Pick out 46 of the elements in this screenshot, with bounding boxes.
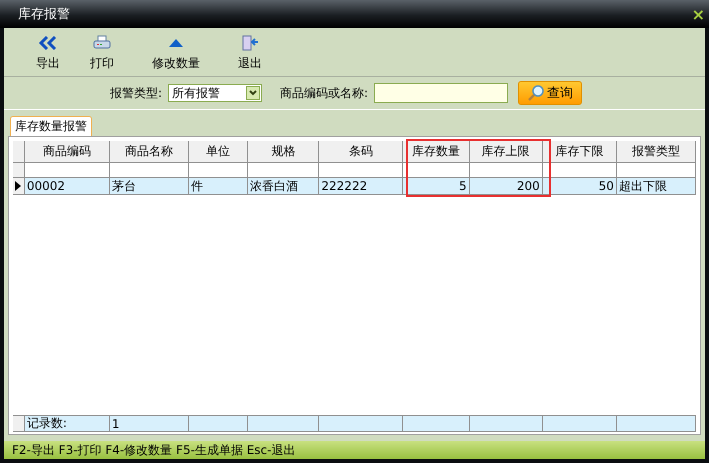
column-header[interactable]: 库存下限: [542, 141, 617, 163]
row-header-cell: [13, 163, 25, 178]
toolbar-button[interactable]: 退出: [220, 30, 280, 74]
column-header[interactable]: 规格: [248, 141, 320, 163]
table-cell: 5: [403, 178, 470, 195]
column-header[interactable]: 条码: [319, 141, 404, 163]
table-cell: 200: [470, 178, 543, 195]
row-header-cell: [13, 415, 25, 432]
summary-cell: 记录数:: [24, 415, 110, 432]
field-label: 商品编码或名称:: [280, 84, 368, 102]
table-cell: 超出下限: [616, 178, 696, 195]
table-cell: 222222: [319, 178, 404, 195]
summary-cell: [188, 415, 248, 432]
shortcut-hints: F2-导出 F3-打印 F4-修改数量 F5-生成单据 Esc-退出: [12, 442, 296, 458]
column-header[interactable]: 单位: [188, 141, 248, 163]
search-button[interactable]: 查询: [518, 81, 582, 105]
printer-icon: [93, 34, 111, 50]
summary-cell: [248, 415, 320, 432]
double-chevron-left-icon: [39, 36, 57, 50]
up-triangle-icon: [168, 38, 184, 48]
search-icon: [527, 84, 546, 102]
column-header[interactable]: 商品编码: [24, 141, 110, 163]
row-pointer-icon: [15, 181, 22, 191]
column-header[interactable]: 库存上限: [470, 141, 543, 163]
window-title: 库存报警: [18, 6, 70, 23]
table-cell: 00002: [24, 178, 110, 195]
search-field[interactable]: [374, 83, 508, 103]
table-row[interactable]: 00002 茅台 件 浓香白酒 222222 5 200 50 超出下限: [13, 178, 696, 195]
tab[interactable]: 库存数量报警: [10, 116, 92, 136]
summary-cell: 1: [110, 415, 189, 432]
toolbar-button[interactable]: 打印: [72, 30, 132, 74]
field-label: 报警类型:: [110, 84, 162, 102]
column-header[interactable]: 报警类型: [616, 141, 696, 163]
column-header[interactable]: 库存数量: [403, 141, 470, 163]
table-cell: 浓香白酒: [248, 178, 320, 195]
table-cell: 件: [188, 178, 248, 195]
alert-type-dropdown[interactable]: 所有报警: [168, 84, 262, 102]
toolbar-button[interactable]: 修改数量: [132, 30, 220, 74]
column-header[interactable]: 商品名称: [110, 141, 189, 163]
row-header-cell: [13, 141, 25, 163]
toolbar-button[interactable]: 导出: [24, 30, 72, 74]
table-cell: 50: [542, 178, 617, 195]
exit-door-icon: [241, 34, 259, 52]
close-button[interactable]: ×: [692, 4, 705, 24]
summary-cell: [403, 415, 470, 432]
table-cell: 茅台: [110, 178, 189, 195]
